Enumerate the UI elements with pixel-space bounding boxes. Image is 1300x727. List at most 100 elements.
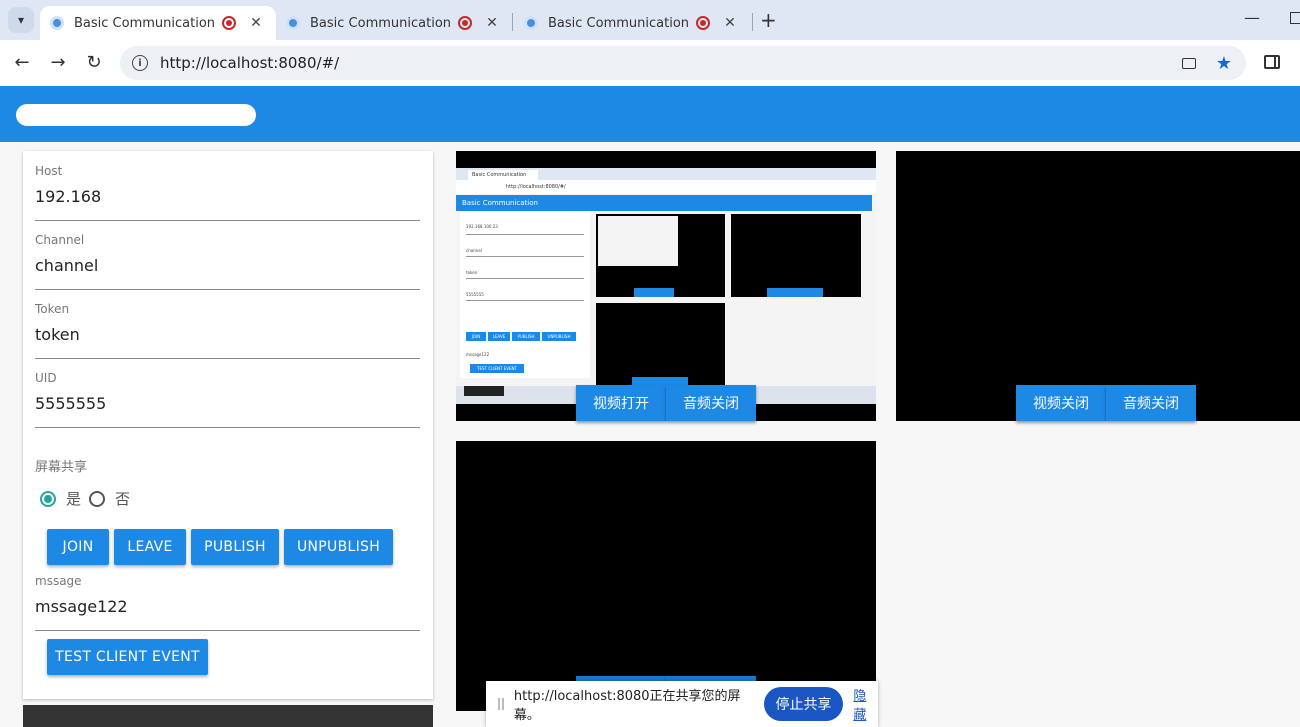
tab-search-chevron-down-icon[interactable]: ▾: [8, 7, 34, 33]
screen-share-radios: 是 否: [40, 488, 240, 509]
settings-card: Host 192.168 Channel channel Token token…: [23, 151, 433, 699]
preview-message: mssage122: [466, 352, 490, 357]
preview-remote-video: [731, 214, 861, 297]
favicon-icon: [50, 16, 64, 30]
message-input[interactable]: mssage122: [35, 597, 420, 616]
browser-tab-3[interactable]: Basic Communication ✕: [514, 6, 750, 40]
tab-title: Basic Communication: [74, 15, 216, 31]
app-header: [0, 86, 1300, 142]
token-input[interactable]: token: [35, 325, 420, 344]
browser-tab-1[interactable]: Basic Communication ✕: [40, 6, 276, 40]
test-client-event-button[interactable]: TEST CLIENT EVENT: [47, 639, 208, 675]
preview-test-button: TEST CLIENT EVENT: [470, 364, 524, 373]
stop-sharing-button[interactable]: 停止共享: [763, 687, 844, 721]
uid-input[interactable]: 5555555: [35, 394, 420, 413]
preview-taskbar-widget: [464, 386, 504, 396]
screen-share-notification: http://localhost:8080正在共享您的屏幕。 停止共享 隐藏: [486, 681, 878, 727]
uid-field[interactable]: UID 5555555: [35, 371, 420, 428]
join-button[interactable]: JOIN: [47, 529, 109, 565]
browser-toolbar: ← → ↻ i http://localhost:8080/#/ ★: [0, 40, 1300, 86]
reload-icon[interactable]: ↻: [84, 52, 104, 73]
message-label: mssage: [35, 574, 82, 588]
preview-host: 192.168.100.23: [466, 224, 498, 229]
recording-indicator-icon: [222, 16, 236, 30]
window-minimize-icon[interactable]: —: [1244, 8, 1260, 27]
back-icon[interactable]: ←: [12, 52, 32, 73]
preview-uid: 5555555: [466, 292, 484, 297]
tab-title: Basic Communication: [548, 15, 690, 31]
hide-link[interactable]: 隐藏: [853, 685, 878, 723]
tab-close-icon[interactable]: ✕: [484, 15, 500, 31]
preview-join-button: JOIN: [466, 332, 486, 341]
channel-input[interactable]: channel: [35, 256, 420, 275]
forward-icon[interactable]: →: [48, 52, 68, 73]
preview-line: [466, 278, 584, 279]
recording-indicator-icon: [696, 16, 710, 30]
local-video-controls: 视频打开 音频关闭: [576, 385, 756, 421]
publish-button[interactable]: PUBLISH: [191, 529, 279, 565]
channel-field[interactable]: Channel channel: [35, 233, 420, 290]
host-input[interactable]: 192.168: [35, 187, 420, 206]
new-tab-plus-icon[interactable]: +: [760, 8, 777, 32]
preview-tab-strip: Basic Communication: [456, 168, 876, 180]
channel-label: Channel: [35, 233, 85, 247]
bookmark-star-icon[interactable]: ★: [1216, 53, 1232, 74]
preview-line: [466, 256, 584, 257]
screen-share-preview: Basic Communication http://localhost:808…: [456, 168, 876, 404]
tab-close-icon[interactable]: ✕: [722, 15, 738, 31]
favicon-icon: [286, 16, 300, 30]
preview-channel: channel: [466, 248, 482, 253]
address-url[interactable]: http://localhost:8080/#/: [160, 54, 1182, 72]
host-label: Host: [35, 164, 63, 178]
tab-title: Basic Communication: [310, 15, 452, 31]
screen-share-yes-radio[interactable]: [40, 490, 56, 507]
channel-underline: [35, 289, 420, 290]
browser-tab-strip: ▾ Basic Communication ✕ Basic Communicat…: [0, 0, 1300, 40]
browser-tab-2[interactable]: Basic Communication ✕: [276, 6, 512, 40]
host-underline: [35, 220, 420, 221]
message-field[interactable]: mssage mssage122: [35, 574, 420, 631]
token-field[interactable]: Token token: [35, 302, 420, 359]
remote-video-2: [456, 441, 876, 711]
preview-app-title: Basic Communication: [456, 195, 872, 211]
message-underline: [35, 630, 420, 631]
camera-icon[interactable]: [1181, 57, 1196, 69]
preview-line: [466, 300, 584, 301]
screen-share-label: 屏幕共享: [35, 460, 88, 475]
remote-video-toggle-button[interactable]: 视频关闭: [1016, 385, 1106, 421]
uid-label: UID: [35, 371, 57, 385]
screen-share-no-label[interactable]: 否: [115, 488, 130, 509]
preview-url: http://localhost:8080/#/: [456, 180, 876, 194]
redacted-title: [16, 104, 256, 126]
drag-handle-icon[interactable]: [498, 698, 504, 710]
recording-indicator-icon: [458, 16, 472, 30]
tab-divider: [512, 13, 513, 31]
screen-share-yes-label[interactable]: 是: [66, 488, 81, 509]
screen-share-no-radio[interactable]: [89, 490, 106, 507]
remote-video-1: [896, 151, 1300, 421]
tab-close-icon[interactable]: ✕: [248, 15, 264, 31]
preview-local-video: [596, 214, 725, 297]
leave-button[interactable]: LEAVE: [114, 529, 186, 565]
remote-video-1-controls: 视频关闭 音频关闭: [1016, 385, 1196, 421]
preview-remote-buttons: [767, 288, 823, 297]
token-underline: [35, 358, 420, 359]
tab-divider: [752, 13, 753, 31]
address-bar[interactable]: i http://localhost:8080/#/ ★: [120, 46, 1246, 80]
preview-nested-buttons: [634, 288, 674, 297]
window-maximize-icon[interactable]: [1290, 12, 1300, 24]
unpublish-button[interactable]: UNPUBLISH: [284, 529, 393, 565]
host-field[interactable]: Host 192.168: [35, 164, 420, 221]
site-info-icon[interactable]: i: [132, 55, 148, 71]
preview-line: [466, 234, 584, 235]
preview-form-card: 192.168.100.23 channel token 5555555 JOI…: [460, 212, 590, 378]
preview-leave-button: LEAVE: [488, 332, 510, 341]
bottom-panel: [23, 705, 433, 727]
preview-token: token: [466, 270, 478, 275]
local-audio-toggle-button[interactable]: 音频关闭: [666, 385, 756, 421]
local-video-toggle-button[interactable]: 视频打开: [576, 385, 666, 421]
side-panel-icon[interactable]: [1264, 55, 1280, 69]
remote-audio-toggle-button[interactable]: 音频关闭: [1106, 385, 1196, 421]
share-notice-text: http://localhost:8080正在共享您的屏幕。: [513, 689, 741, 723]
preview-remote-video-2: [596, 303, 725, 386]
